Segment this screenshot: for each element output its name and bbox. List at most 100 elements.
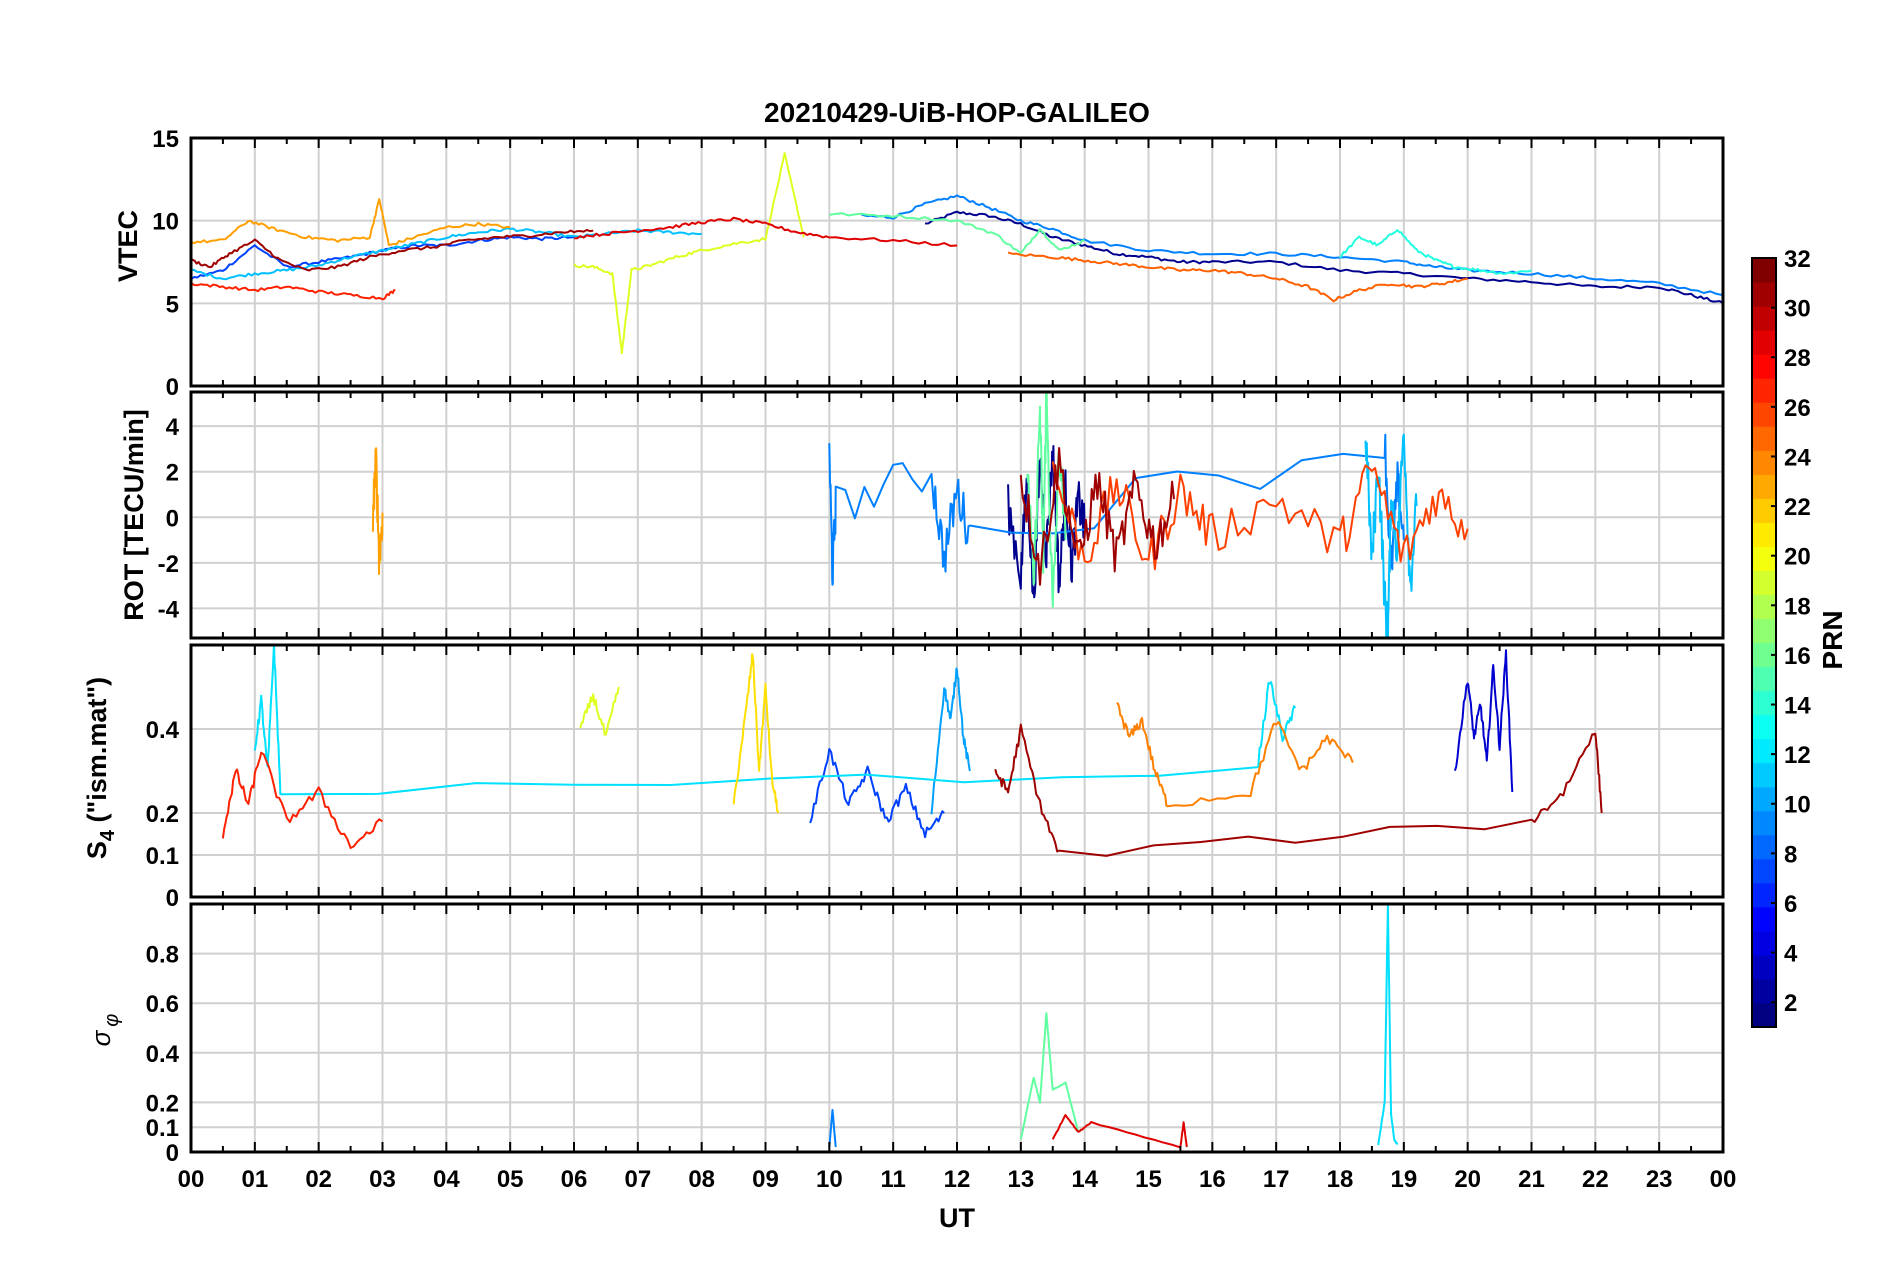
x-tick-label: 18 — [1327, 1166, 1354, 1193]
x-tick-label: 14 — [1071, 1166, 1098, 1193]
colorbar-swatch — [1752, 618, 1776, 644]
colorbar-swatch — [1752, 1002, 1776, 1028]
x-tick-label: 00 — [178, 1166, 205, 1193]
colorbar-swatch — [1752, 498, 1776, 523]
y-tick-label: 0 — [166, 1140, 179, 1167]
y-tick-label: 4 — [166, 414, 180, 441]
x-tick-label: 02 — [305, 1166, 332, 1193]
y-tick-label: 0 — [166, 505, 179, 532]
colorbar-tick-label: 18 — [1784, 593, 1811, 620]
y-tick-label: 15 — [152, 126, 179, 153]
y-tick-label: 0.8 — [146, 942, 179, 969]
x-tick-label: 13 — [1007, 1166, 1034, 1193]
colorbar-swatch — [1752, 594, 1776, 620]
x-tick-label: 20 — [1454, 1166, 1481, 1193]
x-tick-label: 23 — [1646, 1166, 1673, 1193]
y-tick-label: 0.1 — [146, 1115, 179, 1142]
y-tick-label: -4 — [158, 596, 180, 623]
colorbar-swatch — [1752, 954, 1776, 980]
ylabel-rot: ROT [TECU/min] — [119, 409, 149, 620]
colorbar-tick-label: 8 — [1784, 841, 1797, 868]
colorbar-tick-label: 22 — [1784, 494, 1811, 521]
colorbar-tick-label: 20 — [1784, 544, 1811, 571]
colorbar-tick-label: 6 — [1784, 891, 1797, 918]
panel-sigma-phi: 00.10.2 0.4 0.6 0.8 — [146, 902, 1725, 1167]
colorbar-swatch — [1752, 978, 1776, 1004]
x-tick-label: 15 — [1135, 1166, 1162, 1193]
ylabel-sigma-phi: σφ — [86, 1014, 123, 1047]
x-tick-label: 11 — [880, 1166, 905, 1193]
colorbar-swatch — [1752, 546, 1776, 572]
x-tick-label: 22 — [1582, 1166, 1609, 1193]
ylabel-s4-main: S — [82, 841, 112, 859]
x-tick-label: 21 — [1518, 1166, 1545, 1193]
x-tick-label: 06 — [561, 1166, 588, 1193]
colorbar-swatch — [1752, 378, 1776, 403]
colorbar-tick-label: 30 — [1784, 296, 1811, 323]
colorbar-swatch — [1752, 666, 1776, 692]
colorbar-swatch — [1752, 858, 1776, 884]
x-tick-label: 04 — [433, 1166, 460, 1193]
ylabel-sigma-sub: φ — [101, 1014, 123, 1027]
x-tick-label: 01 — [241, 1166, 268, 1193]
colorbar-tick-label: 4 — [1784, 941, 1798, 968]
x-tick-label: 09 — [752, 1166, 779, 1193]
colorbar-label: PRN — [1817, 610, 1848, 669]
colorbar-tick-label: 24 — [1784, 444, 1811, 471]
ylabel-s4: S4 ("ism.mat") — [82, 677, 119, 859]
colorbar-swatch — [1752, 834, 1776, 860]
colorbar-swatch — [1752, 522, 1776, 547]
colorbar-swatch — [1752, 570, 1776, 596]
y-tick-label: 5 — [166, 291, 179, 318]
y-tick-label: 0 — [166, 885, 179, 912]
x-tick-label: 08 — [688, 1166, 715, 1193]
colorbar-swatch — [1752, 306, 1776, 331]
y-tick-label: -2 — [158, 551, 179, 578]
colorbar-swatch — [1752, 474, 1776, 499]
y-tick-label: 0.2 — [146, 1090, 179, 1117]
colorbar-swatch — [1752, 738, 1776, 764]
y-tick-label: 10 — [152, 209, 179, 236]
colorbar-tick-label: 10 — [1784, 792, 1811, 819]
colorbar-swatch — [1752, 906, 1776, 932]
y-tick-label: 0 — [166, 374, 179, 401]
chart-title: 20210429-UiB-HOP-GALILEO — [764, 97, 1150, 128]
colorbar-swatch — [1752, 810, 1776, 836]
ylabel-s4-rest: ("ism.mat") — [82, 677, 112, 830]
ylabel-vtec: VTEC — [113, 210, 143, 282]
panel-s4: 0 0.1 0.2 0.4 — [146, 643, 1725, 912]
colorbar: 2468101214161820222426283032 — [1751, 246, 1811, 1028]
colorbar-swatch — [1752, 330, 1776, 355]
ylabel-sigma-main: σ — [86, 1029, 116, 1046]
colorbar-swatch — [1752, 426, 1776, 451]
colorbar-tick-label: 12 — [1784, 742, 1811, 769]
colorbar-tick-label: 2 — [1784, 990, 1797, 1017]
x-tick-label: 19 — [1390, 1166, 1417, 1193]
panel-vtec: 0 5 10 15 — [152, 126, 1725, 401]
colorbar-tick-label: 32 — [1784, 246, 1811, 273]
x-tick-label: 16 — [1199, 1166, 1226, 1193]
colorbar-swatch — [1752, 786, 1776, 812]
x-tick-label: 12 — [944, 1166, 971, 1193]
y-tick-label: 2 — [166, 460, 179, 487]
x-tick-label: 03 — [369, 1166, 396, 1193]
figure: 20210429-UiB-HOP-GALILEO 051015 -4-2024 … — [82, 97, 1848, 1233]
y-tick-label: 0.2 — [146, 801, 179, 828]
x-tick-label: 05 — [497, 1166, 524, 1193]
colorbar-tick-label: 26 — [1784, 395, 1811, 422]
colorbar-tick-label: 14 — [1784, 693, 1811, 720]
colorbar-tick-label: 28 — [1784, 345, 1811, 372]
colorbar-swatch — [1752, 282, 1776, 307]
x-axis-label: UT — [939, 1203, 975, 1233]
x-tick-label: 00 — [1710, 1166, 1737, 1193]
x-tick-label: 17 — [1263, 1166, 1290, 1193]
panel-rot: -4 -2 0 2 4 — [158, 390, 1725, 640]
y-tick-label: 0.6 — [146, 991, 179, 1018]
x-tick-labels: 00 01 02 03 04 05 06 07 08 09 10 11 12 13 14 15 16 17 18 19… — [178, 1166, 1737, 1193]
colorbar-swatch — [1752, 762, 1776, 788]
colorbar-tick-label: 16 — [1784, 643, 1811, 670]
x-tick-label: 07 — [624, 1166, 651, 1193]
y-tick-label: 0.4 — [146, 1041, 180, 1068]
x-tick-label: 10 — [816, 1166, 843, 1193]
y-tick-label: 0.4 — [146, 717, 180, 744]
